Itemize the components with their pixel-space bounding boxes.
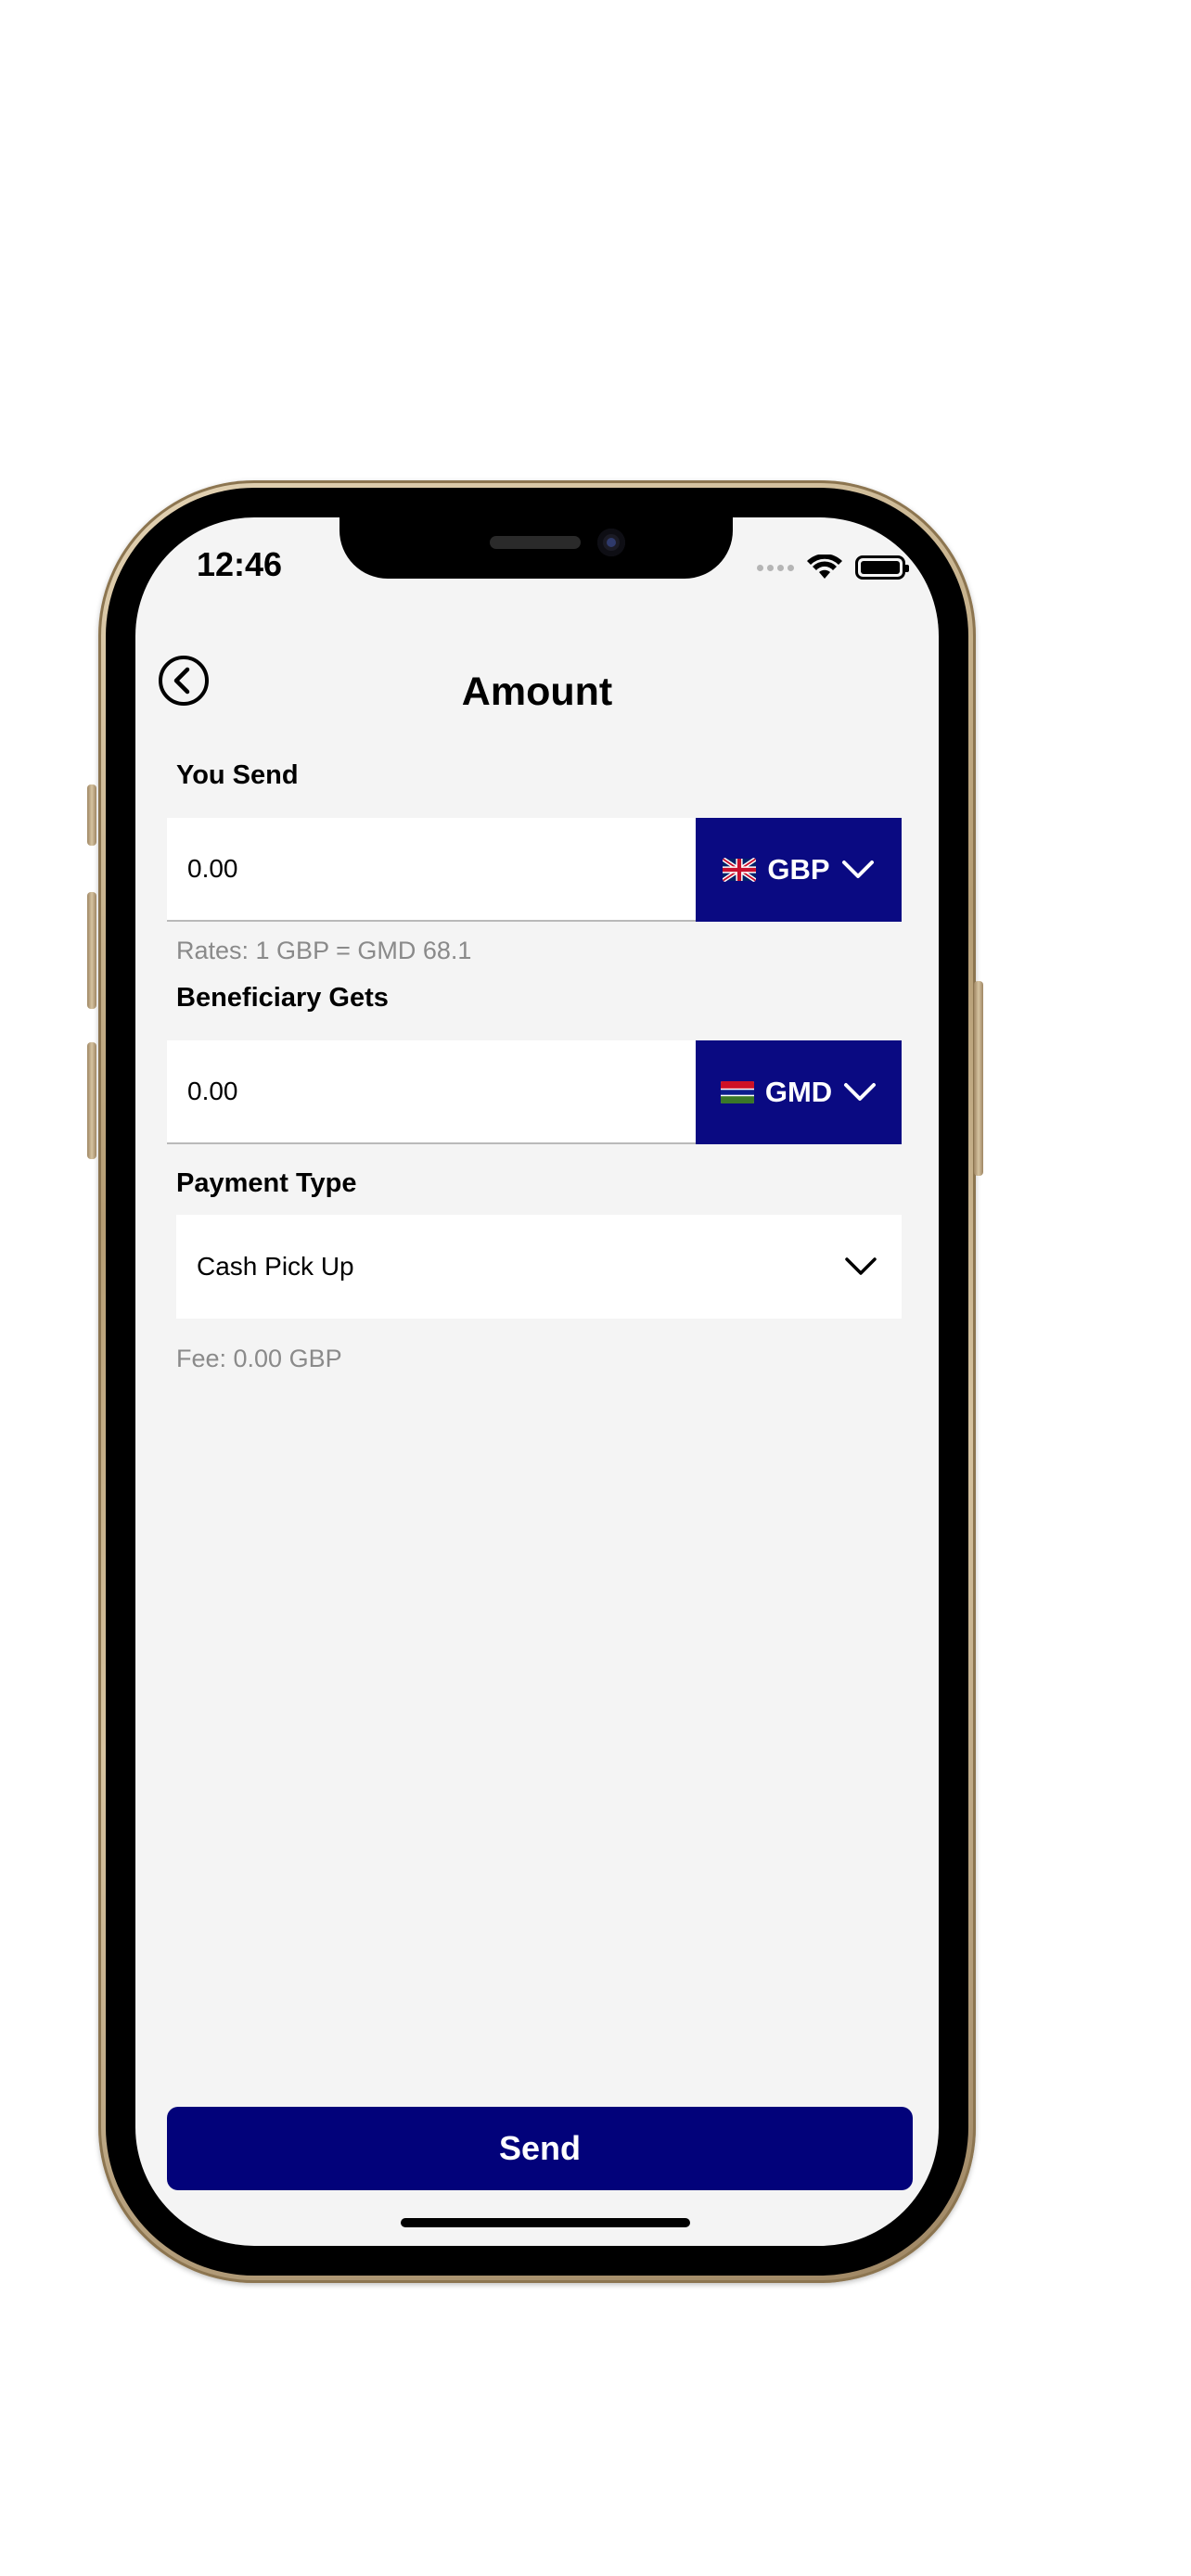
uk-flag-icon xyxy=(723,858,757,882)
power-button xyxy=(974,981,983,1176)
silent-switch xyxy=(87,784,96,846)
you-send-row: GBP xyxy=(167,818,902,922)
send-button[interactable]: Send xyxy=(167,2107,913,2190)
wifi-icon xyxy=(807,555,842,579)
page-title: Amount xyxy=(461,670,613,714)
receive-currency-selector[interactable]: GMD xyxy=(696,1040,902,1144)
send-currency-selector[interactable]: GBP xyxy=(696,818,902,922)
payment-type-value: Cash Pick Up xyxy=(197,1252,354,1281)
you-send-amount-input[interactable] xyxy=(167,818,696,922)
chevron-down-icon xyxy=(845,1257,877,1275)
payment-type-select[interactable]: Cash Pick Up xyxy=(176,1215,902,1319)
exchange-rate-text: Rates: 1 GBP = GMD 68.1 xyxy=(176,937,472,964)
receive-currency-code: GMD xyxy=(764,1076,833,1108)
status-icons xyxy=(757,555,909,580)
notch xyxy=(339,517,733,579)
beneficiary-gets-row: GMD xyxy=(167,1040,902,1144)
app-screen: 12:46 Amount You Send GBP xyxy=(135,517,939,2246)
chevron-down-icon xyxy=(844,1083,877,1101)
chevron-down-icon xyxy=(841,861,874,878)
signal-dots-icon xyxy=(757,564,794,571)
status-time: 12:46 xyxy=(197,545,283,583)
payment-type-label: Payment Type xyxy=(176,1168,357,1198)
front-camera xyxy=(597,529,625,556)
home-indicator xyxy=(401,2218,690,2227)
you-send-label: You Send xyxy=(176,760,299,790)
beneficiary-gets-label: Beneficiary Gets xyxy=(176,983,389,1013)
send-currency-code: GBP xyxy=(767,853,830,886)
beneficiary-amount-input[interactable] xyxy=(167,1040,696,1144)
volume-up-button xyxy=(87,892,96,1009)
volume-down-button xyxy=(87,1042,96,1159)
gambia-flag-icon xyxy=(720,1081,754,1103)
earpiece-speaker xyxy=(490,536,581,549)
battery-icon xyxy=(855,555,909,580)
fee-text: Fee: 0.00 GBP xyxy=(176,1345,342,1372)
